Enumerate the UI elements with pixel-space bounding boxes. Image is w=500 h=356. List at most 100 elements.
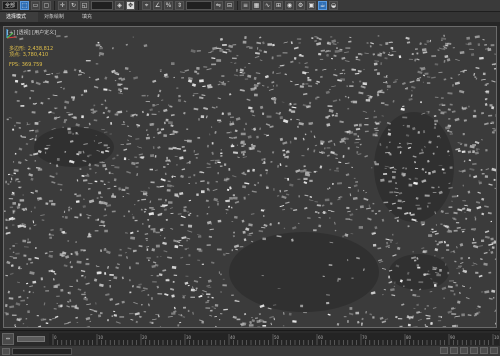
- building-block: [206, 244, 211, 246]
- building-block: [19, 37, 24, 41]
- building-block: [461, 285, 466, 288]
- building-block: [363, 68, 365, 71]
- mirror-icon[interactable]: ⇋: [214, 1, 224, 10]
- building-block: [120, 143, 125, 145]
- layer-icon[interactable]: ≡: [241, 1, 251, 10]
- move-icon[interactable]: ✛: [58, 1, 68, 10]
- building-block: [334, 229, 337, 232]
- building-block: [64, 322, 69, 325]
- snap-icon[interactable]: ⌖: [142, 1, 152, 10]
- timeline-grip-button[interactable]: ⇔: [2, 333, 14, 345]
- building-block: [131, 113, 137, 117]
- building-block: [56, 302, 58, 304]
- pivot-icon[interactable]: ◈: [115, 1, 125, 10]
- building-block: [177, 239, 182, 242]
- building-block: [49, 162, 52, 164]
- building-block: [134, 156, 138, 159]
- perspective-viewport[interactable]: [+] [透视] [用户定义] 多边形: 2,438,812 顶点: 3,780…: [3, 26, 497, 328]
- building-block: [451, 200, 453, 202]
- percent-snap-icon[interactable]: %: [164, 1, 174, 10]
- maxscript-icon[interactable]: [2, 347, 10, 355]
- building-block: [301, 82, 305, 86]
- spinner-snap-icon[interactable]: ⇕: [175, 1, 185, 10]
- building-block: [172, 130, 178, 134]
- curve-editor-icon[interactable]: ∿: [263, 1, 273, 10]
- rotate-icon[interactable]: ↻: [69, 1, 79, 10]
- building-block: [335, 157, 338, 159]
- tab-selection-mode[interactable]: 选择模式: [0, 12, 39, 22]
- building-block: [329, 168, 332, 171]
- maxscript-listener-field[interactable]: [12, 347, 72, 355]
- timeline-tick-label: 90: [450, 335, 456, 340]
- view-icon[interactable]: ✥: [126, 1, 136, 10]
- building-block: [69, 285, 73, 287]
- timeline-tick-label: 10: [98, 335, 104, 340]
- building-block: [147, 133, 149, 136]
- building-block: [278, 66, 281, 68]
- reference-combo[interactable]: [91, 1, 114, 10]
- building-block: [456, 324, 459, 327]
- absolute-mode-icon[interactable]: [450, 347, 458, 354]
- building-block: [456, 226, 461, 229]
- building-block: [488, 249, 491, 251]
- building-block: [30, 177, 34, 181]
- building-block: [316, 80, 320, 84]
- building-block: [434, 232, 439, 235]
- building-block: [485, 149, 488, 152]
- building-block: [303, 312, 307, 314]
- building-block: [491, 246, 495, 249]
- graphite-icon[interactable]: ▦: [252, 1, 262, 10]
- building-block: [326, 154, 330, 157]
- building-block: [65, 255, 70, 259]
- building-block: [263, 215, 265, 217]
- render-setup-icon[interactable]: ⚙: [296, 1, 306, 10]
- building-block: [81, 174, 85, 177]
- building-block: [17, 203, 21, 207]
- lock-icon[interactable]: [440, 347, 448, 354]
- building-block: [285, 193, 290, 196]
- align-icon[interactable]: ⊟: [225, 1, 235, 10]
- building-block: [465, 297, 470, 300]
- building-block: [360, 53, 363, 56]
- material-editor-icon[interactable]: ◉: [285, 1, 295, 10]
- building-block: [444, 55, 449, 59]
- scale-icon[interactable]: ◱: [80, 1, 90, 10]
- tab-populate[interactable]: 填充: [76, 12, 104, 22]
- render-icon[interactable]: ☕: [318, 1, 328, 10]
- building-block: [384, 103, 389, 106]
- teapot-icon[interactable]: ◒: [329, 1, 339, 10]
- building-block: [421, 48, 427, 52]
- schematic-icon[interactable]: ⊞: [274, 1, 284, 10]
- building-block: [355, 181, 359, 183]
- building-block: [237, 156, 240, 158]
- angle-snap-icon[interactable]: ∠: [153, 1, 163, 10]
- building-block: [217, 119, 222, 122]
- timeline-track[interactable]: 0102030405060708090100: [49, 333, 499, 345]
- building-block: [186, 239, 188, 242]
- rect-select-icon[interactable]: ▭: [31, 1, 41, 10]
- building-block: [370, 42, 374, 45]
- building-block: [71, 116, 77, 118]
- building-block: [156, 127, 159, 131]
- tab-object-paint[interactable]: 对象绘制: [38, 12, 76, 22]
- building-block: [334, 50, 339, 53]
- building-block: [145, 136, 151, 140]
- building-block: [355, 58, 361, 61]
- key-mode-icon[interactable]: [460, 347, 468, 354]
- building-block: [474, 140, 480, 145]
- render-frame-icon[interactable]: ▣: [307, 1, 317, 10]
- verts-value: 3,780,410: [22, 52, 49, 58]
- view-combo[interactable]: 全部: [2, 1, 19, 10]
- play-icon[interactable]: [470, 347, 478, 354]
- window-icon[interactable]: ▢: [42, 1, 52, 10]
- building-block: [193, 107, 199, 111]
- building-block: [183, 206, 187, 209]
- building-block: [34, 129, 39, 133]
- building-block: [444, 212, 449, 214]
- building-block: [245, 122, 247, 126]
- zoom-icon[interactable]: [480, 347, 488, 354]
- named-set-combo[interactable]: [186, 1, 213, 10]
- orbit-icon[interactable]: [490, 347, 498, 354]
- select-icon[interactable]: ⬚: [20, 1, 30, 10]
- time-slider[interactable]: [17, 336, 45, 342]
